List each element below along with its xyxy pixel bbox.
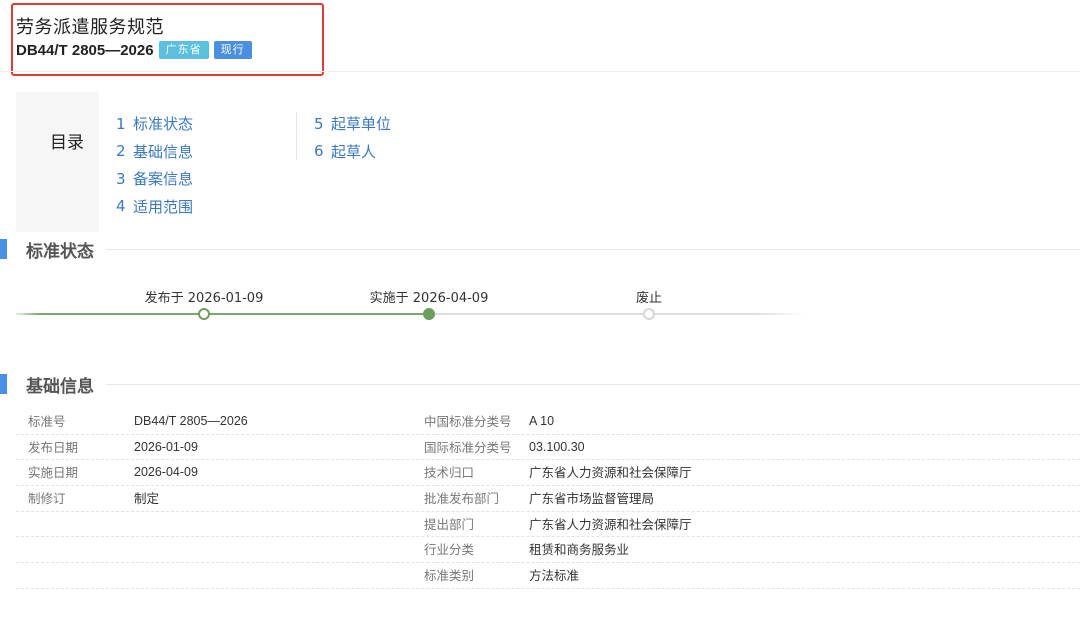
toc-label-box: 目录 — [16, 92, 99, 232]
timeline-dot-implemented — [423, 308, 435, 320]
toc-link-label: 标准状态 — [133, 115, 194, 134]
standard-code: DB44/T 2805—2026 — [16, 41, 154, 59]
toc-link-filing-info[interactable]: 3 备案信息 — [116, 165, 193, 193]
toc-link-label: 起草人 — [331, 142, 377, 161]
toc-num: 5 — [314, 114, 324, 133]
toc-link-label: 适用范围 — [133, 197, 194, 216]
toc-num: 4 — [116, 197, 126, 216]
field-value: A 10 — [529, 414, 555, 428]
table-row: 提出部门 广东省人力资源和社会保障厅 — [16, 512, 1080, 538]
toc-num: 2 — [116, 142, 126, 161]
field-label: 提出部门 — [424, 516, 475, 532]
field-value: 方法标准 — [529, 568, 580, 584]
section-title-basic-info: 基础信息 — [26, 377, 94, 397]
toc-label: 目录 — [50, 133, 84, 153]
timeline-progress-line — [16, 313, 429, 315]
field-value: 03.100.30 — [529, 439, 585, 454]
toc-num: 6 — [314, 142, 324, 161]
toc-link-drafting-units[interactable]: 5 起草单位 — [314, 110, 391, 138]
field-label: 制修订 — [28, 491, 66, 507]
section-header-basic-info: 基础信息 — [0, 372, 1080, 397]
timeline-label-abolished: 废止 — [635, 291, 663, 306]
field-value: 2026-01-09 — [134, 439, 198, 454]
toc-separator — [296, 112, 297, 160]
table-row: 标准类别 方法标准 — [16, 563, 1080, 589]
table-row: 发布日期 2026-01-09 国际标准分类号 03.100.30 — [16, 435, 1080, 461]
toc-link-basic-info[interactable]: 2 基础信息 — [116, 138, 193, 166]
field-label: 中国标准分类号 — [424, 414, 512, 429]
field-value: DB44/T 2805—2026 — [134, 414, 248, 428]
field-label: 实施日期 — [28, 465, 79, 481]
section-header-status: 标准状态 — [0, 237, 1080, 262]
toc-link-label: 备案信息 — [133, 170, 194, 189]
field-label: 发布日期 — [28, 439, 79, 455]
field-value: 制定 — [134, 491, 160, 507]
table-of-contents: 目录 1 标准状态 2 基础信息 3 备案信息 4 适用范围 5 起草单位 6 起草人 — [16, 92, 406, 232]
toc-link-status[interactable]: 1 标准状态 — [116, 110, 193, 138]
toc-column-2: 5 起草单位 6 起草人 — [314, 110, 391, 165]
table-row: 实施日期 2026-04-09 技术归口 广东省人力资源和社会保障厅 — [16, 460, 1080, 487]
toc-link-label: 基础信息 — [133, 142, 194, 161]
timeline-label-published: 发布于 2026-01-09 — [144, 291, 264, 306]
toc-link-label: 起草单位 — [331, 115, 392, 134]
table-row: 行业分类 租赁和商务服务业 — [16, 537, 1080, 564]
toc-link-drafters[interactable]: 6 起草人 — [314, 138, 391, 166]
toc-num: 3 — [116, 169, 126, 188]
field-value: 2026-04-09 — [134, 465, 198, 480]
section-title-status: 标准状态 — [26, 242, 94, 262]
field-label: 批准发布部门 — [424, 491, 500, 507]
field-label: 国际标准分类号 — [424, 439, 512, 455]
field-value: 广东省人力资源和社会保障厅 — [529, 516, 692, 532]
table-row: 制修订 制定 批准发布部门 广东省市场监督管理局 — [16, 486, 1080, 512]
region-badge: 广东省 — [158, 41, 209, 59]
section-divider — [106, 249, 1080, 250]
field-label: 技术归口 — [424, 465, 475, 481]
timeline-dot-published — [198, 308, 210, 320]
header-divider — [0, 71, 1080, 72]
toc-num: 1 — [116, 114, 126, 133]
page-title: 劳务派遣服务规范 — [16, 17, 164, 38]
field-label: 行业分类 — [424, 542, 475, 558]
field-value: 广东省人力资源和社会保障厅 — [529, 465, 692, 481]
status-timeline: 发布于 2026-01-09 实施于 2026-04-09 废止 — [16, 284, 806, 328]
field-label: 标准类别 — [424, 568, 475, 584]
toc-link-scope[interactable]: 4 适用范围 — [116, 193, 193, 221]
field-value: 广东省市场监督管理局 — [529, 491, 655, 507]
basic-info-table: 标准号 DB44/T 2805—2026 中国标准分类号 A 10 发布日期 2… — [16, 409, 1080, 589]
section-divider — [106, 384, 1080, 385]
standard-code-row: DB44/T 2805—2026 广东省 现行 — [16, 41, 252, 59]
timeline-dot-abolished — [643, 308, 655, 320]
timeline-remaining-line — [429, 313, 806, 315]
table-row: 标准号 DB44/T 2805—2026 中国标准分类号 A 10 — [16, 409, 1080, 435]
timeline-label-implemented: 实施于 2026-04-09 — [369, 291, 489, 306]
section-accent-bar — [0, 239, 7, 259]
status-badge: 现行 — [213, 41, 252, 59]
field-label: 标准号 — [28, 414, 66, 429]
section-accent-bar — [0, 374, 7, 394]
field-value: 租赁和商务服务业 — [529, 542, 630, 558]
toc-column-1: 1 标准状态 2 基础信息 3 备案信息 4 适用范围 — [116, 110, 193, 220]
